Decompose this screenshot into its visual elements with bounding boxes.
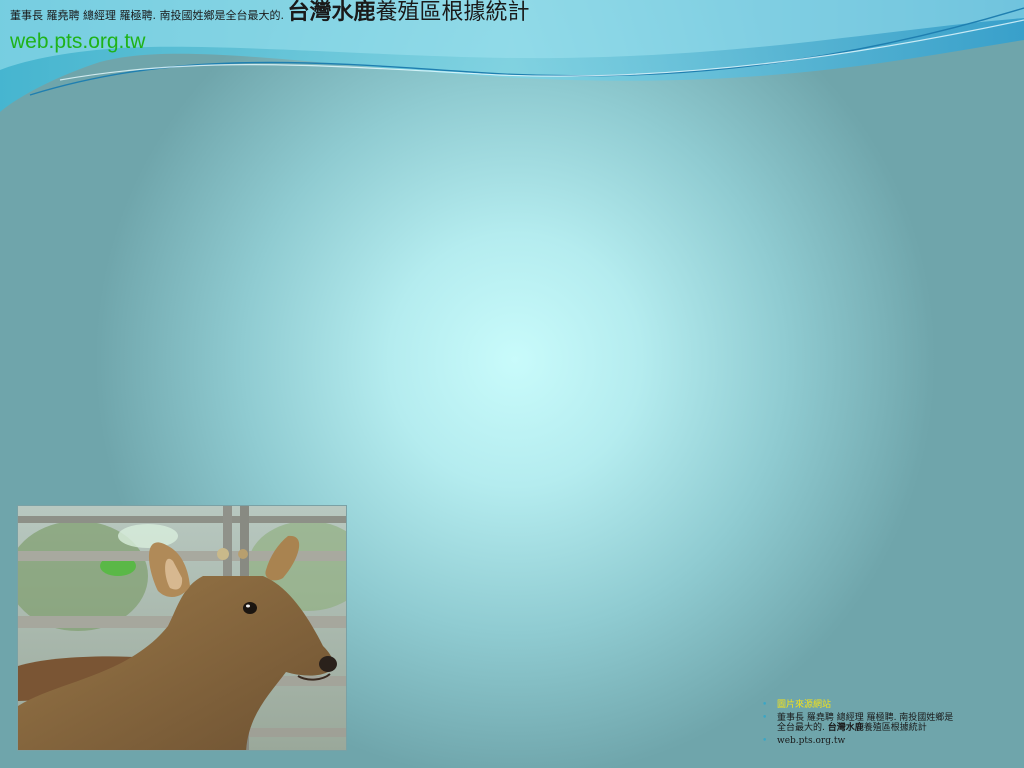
source-site-link[interactable]: web.pts.org.tw — [10, 30, 145, 54]
deer-photo — [17, 505, 347, 751]
notes-caption-highlight: 台灣水鹿 — [827, 723, 864, 733]
caption-highlight: 台灣水鹿 — [287, 0, 376, 25]
notes-caption-rest: 養殖區根據統計 — [863, 723, 927, 733]
notes-list: 圖片來源網站 董事長 羅堯聘 總經理 羅極聘. 南投國姓鄉是全台最大的. 台灣水… — [762, 700, 957, 749]
caption-prefix: 董事長 羅堯聘 總經理 羅極聘. 南投國姓鄉是全台最大的. — [10, 9, 284, 22]
image-source-link[interactable]: 圖片來源網站 — [762, 700, 957, 710]
caption-rest: 養殖區根據統計 — [375, 0, 530, 25]
notes-caption: 董事長 羅堯聘 總經理 羅極聘. 南投國姓鄉是全台最大的. 台灣水鹿養殖區根據統… — [762, 713, 957, 733]
slide-caption: 董事長 羅堯聘 總經理 羅極聘. 南投國姓鄉是全台最大的. 台灣水鹿養殖區根據統… — [10, 0, 530, 29]
notes-source-site[interactable]: web.pts.org.tw — [762, 736, 957, 746]
deer-illustration — [18, 506, 346, 750]
